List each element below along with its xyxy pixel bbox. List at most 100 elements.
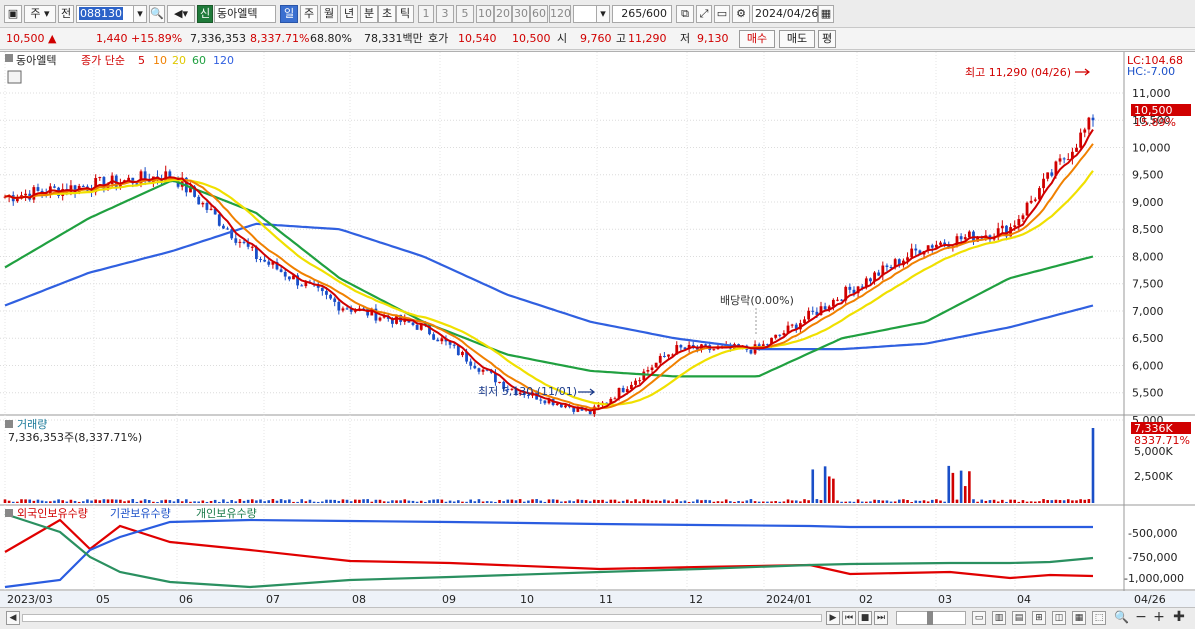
volume-bar	[114, 499, 118, 503]
last-page-icon[interactable]: ⏭	[874, 611, 888, 625]
volume-bar	[53, 500, 56, 503]
chart-area[interactable]: 동아엘텍 종가 단순 5 10 20 60 120 LC:104.68 HC:-…	[0, 51, 1195, 608]
volume-bar	[370, 501, 374, 503]
zoom-out-minus-icon[interactable]: −	[1134, 610, 1148, 625]
chart-icon[interactable]: ▥	[992, 611, 1006, 625]
save-icon[interactable]: ▭	[714, 5, 730, 23]
crosshair-icon[interactable]: ✚	[1172, 610, 1186, 625]
volume-bar	[848, 501, 852, 503]
prev-button[interactable]: 전	[58, 5, 74, 23]
speaker-icon[interactable]: ◀▾	[167, 5, 195, 23]
volume-bar	[432, 499, 435, 503]
candle-body	[1000, 225, 1004, 229]
volume-bar	[275, 500, 279, 503]
stop-icon[interactable]: ■	[858, 611, 872, 625]
zoom-in-icon[interactable]: 🔍	[1114, 611, 1129, 625]
volume-bar	[749, 499, 753, 503]
candle-body	[1013, 225, 1017, 228]
volume-bar	[972, 499, 975, 503]
interval-20-button[interactable]: 20	[494, 5, 512, 23]
period-second-button[interactable]: 초	[378, 5, 396, 23]
first-page-icon[interactable]: ⏮	[842, 611, 856, 625]
volume-bar	[790, 500, 794, 503]
bar-icon[interactable]: ▤	[1012, 611, 1026, 625]
custom-interval-dropdown-icon[interactable]: ▾	[596, 5, 610, 23]
candle-body	[836, 299, 839, 301]
count-max: /600	[642, 7, 667, 20]
candle-body	[1046, 172, 1050, 179]
candle-type-icon[interactable]: ⧉	[676, 5, 694, 23]
buy-button[interactable]: 매수	[739, 30, 775, 48]
volume-bar	[626, 499, 629, 503]
scroll-track[interactable]	[22, 614, 822, 622]
candle-body	[1083, 129, 1087, 133]
candle-body	[621, 387, 625, 393]
period-day-button[interactable]: 일	[280, 5, 298, 23]
search-icon[interactable]: 🔍	[149, 5, 165, 23]
period-year-button[interactable]: 년	[340, 5, 358, 23]
interval-60-button[interactable]: 60	[530, 5, 548, 23]
volume-bar	[902, 499, 905, 503]
volume-bar	[119, 499, 122, 503]
volume-bar	[770, 501, 773, 503]
volume-bar	[7, 500, 11, 503]
period-tick-button[interactable]: 틱	[396, 5, 414, 23]
interval-30-button[interactable]: 30	[512, 5, 530, 23]
candle-body	[456, 345, 460, 356]
eval-button[interactable]: 평	[818, 30, 836, 48]
arrange-icon[interactable]: ⊞	[1032, 611, 1046, 625]
drawing-tool-icon[interactable]: ⤢	[696, 5, 712, 23]
volume-bar	[881, 500, 885, 503]
period-minute-button[interactable]: 분	[360, 5, 378, 23]
candle-body	[642, 371, 646, 381]
interval-10-button[interactable]: 10	[476, 5, 494, 23]
market-select[interactable]: 주 ▾	[24, 5, 56, 23]
candle-body	[341, 308, 345, 311]
scroll-right-icon[interactable]: ▶	[826, 611, 840, 625]
candle-body	[415, 324, 419, 330]
volume-bar	[465, 501, 468, 503]
chart-canvas[interactable]: 동아엘텍 종가 단순 5 10 20 60 120 LC:104.68 HC:-…	[0, 52, 1195, 608]
zoom-fit-icon[interactable]: ⬚	[1092, 611, 1106, 625]
volume-bar	[1054, 499, 1058, 503]
volume-bar	[110, 499, 114, 503]
volume-bar	[65, 501, 69, 503]
period-month-button[interactable]: 월	[320, 5, 338, 23]
candle-body	[910, 248, 914, 258]
volume-bar	[963, 486, 967, 503]
window-icon[interactable]: ▣	[4, 5, 22, 23]
volume-bar	[646, 499, 650, 503]
volume-bar	[943, 501, 946, 503]
code-dropdown-icon[interactable]: ▾	[133, 5, 147, 23]
grid-icon[interactable]: ▦	[1072, 611, 1086, 625]
sell-button[interactable]: 매도	[779, 30, 815, 48]
calculator-icon[interactable]	[7, 70, 22, 84]
zoom-in-plus-icon[interactable]: +	[1152, 610, 1166, 625]
volume-bar	[267, 500, 271, 503]
zoom-slider-thumb[interactable]	[927, 611, 933, 625]
volume-bar	[745, 500, 749, 503]
count-field[interactable]: 265/600	[612, 5, 672, 23]
stock-name-field[interactable]: 동아엘텍	[214, 5, 276, 23]
volume-bar	[691, 501, 695, 503]
interval-3-button[interactable]: 3	[436, 5, 454, 23]
interval-120-button[interactable]: 120	[549, 5, 571, 23]
x-tick-label: 10	[520, 593, 534, 606]
bottom-scrollbar[interactable]: ◀ ▶ ⏮ ■ ⏭ ▭ ▥ ▤ ⊞ ◫ ▦ ⬚ 🔍 − + ✚	[0, 607, 1195, 629]
interval-5-button[interactable]: 5	[456, 5, 474, 23]
scroll-left-icon[interactable]: ◀	[6, 611, 20, 625]
zoom-minus-icon[interactable]: ▭	[972, 611, 986, 625]
volume-bar	[1075, 500, 1078, 503]
volume-bar	[321, 501, 324, 503]
price-value: 10,500	[6, 32, 45, 45]
calendar-icon[interactable]: ▦	[818, 5, 834, 23]
volume-bar	[527, 500, 530, 503]
low-annotation: 최저 5,130 (11/01)	[478, 385, 577, 398]
volume-bar	[283, 500, 287, 503]
period-week-button[interactable]: 주	[300, 5, 318, 23]
date-field[interactable]: 2024/04/26	[752, 5, 818, 23]
interval-1-button[interactable]: 1	[418, 5, 434, 23]
zoom-slider[interactable]	[896, 611, 966, 625]
settings-gear-icon[interactable]: ⚙	[732, 5, 750, 23]
layout-icon[interactable]: ◫	[1052, 611, 1066, 625]
